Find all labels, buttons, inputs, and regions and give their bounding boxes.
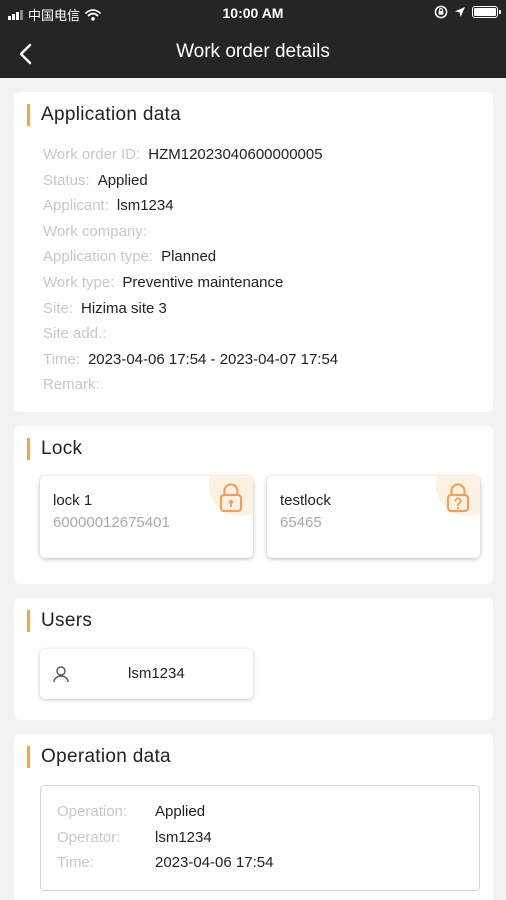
lock-item[interactable]: testlock 65465 [267, 476, 480, 558]
field-value: Preventive maintenance [122, 273, 284, 291]
field-value: Applied [155, 803, 206, 820]
section-title: Operation data [41, 746, 171, 767]
location-icon [455, 7, 465, 17]
field-label: Operator: [57, 828, 121, 846]
field-work-type: Work type: Preventive maintenance [43, 272, 338, 298]
field-time: Time: 2023-04-06 17:54 - 2023-04-07 17:54 [43, 349, 338, 375]
users-card: Users lsm1234 [14, 598, 493, 720]
field-label: Work company: [43, 222, 147, 240]
battery-icon [472, 6, 501, 18]
field-value: Applied [97, 171, 148, 189]
lock-serial: 60000012675401 [53, 514, 170, 531]
section-title: Users [41, 610, 93, 631]
field-value: Planned [161, 248, 217, 266]
lock-question-icon [446, 483, 470, 513]
application-fields: Work order ID: HZM12023040600000005 Statu… [43, 144, 338, 400]
lock-header: Lock [27, 438, 82, 460]
field-remark: Remark: [43, 374, 338, 400]
field-application-type: Application type: Planned [43, 246, 338, 272]
nav-bar: Work order details [0, 28, 506, 78]
status-time: 10:00 AM [222, 5, 284, 21]
field-label: Status: [43, 171, 90, 189]
application-data-card: Application data Work order ID: HZM120230… [14, 92, 493, 412]
operation-record: Operation: Applied Operator: lsm1234 Time:… [40, 785, 480, 891]
operation-data-header: Operation data [27, 746, 171, 768]
field-value: 2023-04-06 17:54 [155, 854, 274, 872]
field-label: Time: [43, 350, 80, 368]
field-label: Time: [57, 854, 94, 872]
section-accent-bar [27, 438, 30, 460]
field-applicant: Applicant: lsm1234 [43, 195, 338, 221]
field-label: Operation: [57, 803, 128, 820]
orientation-lock-icon [434, 5, 448, 19]
field-value: lsm1234 [116, 197, 174, 215]
field-work-company: Work company: [43, 221, 338, 247]
status-right [434, 5, 501, 19]
lock-serial: 65465 [280, 514, 322, 531]
field-site: Site: Hizima site 3 [43, 298, 338, 324]
field-operation: Operation: Applied [57, 801, 273, 827]
status-bar: 中国电信 10:00 AM [0, 0, 506, 28]
user-item[interactable]: lsm1234 [40, 649, 253, 699]
field-operator: Operator: lsm1234 [57, 827, 273, 853]
field-value: Hizima site 3 [81, 299, 167, 317]
section-accent-bar [27, 104, 30, 126]
field-value: lsm1234 [155, 828, 212, 846]
lock-card-section: Lock lock 1 60000012675401 testlock 6546… [14, 426, 493, 584]
lock-name: testlock [280, 492, 331, 509]
section-title: Lock [41, 438, 83, 459]
field-value: 2023-04-06 17:54 - 2023-04-07 17:54 [87, 350, 339, 368]
lock-item[interactable]: lock 1 60000012675401 [40, 476, 253, 558]
field-site-address: Site add.: [43, 323, 338, 349]
operation-fields: Operation: Applied Operator: lsm1234 Time:… [57, 801, 273, 878]
field-label: Work order ID: [43, 146, 141, 163]
user-icon [53, 666, 69, 683]
section-title: Application data [41, 104, 182, 125]
field-label: Remark: [43, 376, 100, 394]
section-accent-bar [27, 746, 30, 768]
field-label: Site: [43, 299, 74, 317]
lock-name: lock 1 [53, 492, 93, 509]
field-label: Site add.: [43, 325, 107, 343]
field-status: Status: Applied [43, 170, 338, 196]
users-header: Users [27, 610, 92, 632]
field-operation-time: Time: 2023-04-06 17:54 [57, 852, 273, 878]
user-name: lsm1234 [128, 665, 185, 682]
operation-data-card: Operation data Operation: Applied Operato… [14, 734, 493, 900]
lock-icon [219, 483, 243, 513]
page-title: Work order details [176, 41, 330, 62]
field-label: Applicant: [43, 197, 109, 215]
top-header: 中国电信 10:00 AM Work order details [0, 0, 506, 78]
application-data-header: Application data [27, 104, 181, 126]
section-accent-bar [27, 610, 30, 632]
field-work-order-id: Work order ID: HZM12023040600000005 [43, 144, 338, 170]
field-label: Work type: [43, 273, 115, 291]
field-value: HZM12023040600000005 [148, 146, 323, 163]
field-label: Application type: [43, 248, 154, 266]
